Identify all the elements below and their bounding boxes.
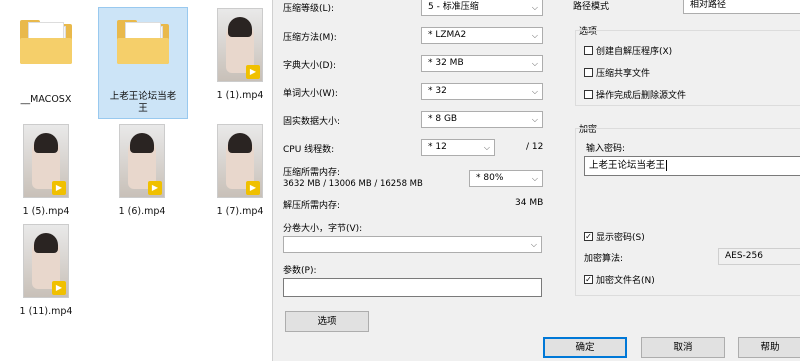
chevron-down-icon: ⌵: [531, 87, 538, 96]
video-thumbnail: ▶: [119, 124, 165, 198]
cancel-button[interactable]: 取消: [641, 337, 725, 358]
show-password-checkbox[interactable]: ✓ 显示密码(S): [584, 230, 645, 243]
split-volumes-label: 分卷大小，字节(V):: [283, 224, 363, 234]
video-thumbnail: ▶: [217, 8, 263, 82]
solid-block-size-select[interactable]: * 8 GB ⌵: [421, 111, 543, 128]
play-badge-icon: ▶: [246, 181, 260, 195]
check-icon: ✓: [584, 275, 593, 284]
show-password-label: 显示密码(S): [596, 233, 645, 243]
chevron-down-icon: ⌵: [530, 240, 537, 249]
play-badge-icon: ▶: [148, 181, 162, 195]
dictionary-size-select[interactable]: * 32 MB ⌵: [421, 55, 543, 72]
parameters-label: 参数(P):: [283, 266, 317, 276]
chevron-down-icon: ⌵: [531, 59, 538, 68]
encrypt-names-checkbox[interactable]: ✓ 加密文件名(N): [584, 273, 655, 286]
cpu-threads-select[interactable]: * 12 ⌵: [421, 139, 495, 156]
memory-decompress-label: 解压所需内存:: [283, 201, 341, 211]
cpu-threads-label: CPU 线程数:: [283, 145, 335, 155]
video-thumbnail: ▶: [23, 124, 69, 198]
file-label: 1 (11).mp4: [19, 306, 73, 317]
folder-item[interactable]: __MACOSX: [2, 8, 90, 114]
delete-after-label: 操作完成后删除源文件: [596, 91, 687, 101]
word-size-label: 单词大小(W):: [283, 89, 338, 99]
video-item[interactable]: ▶ 1 (7).mp4: [196, 124, 272, 220]
play-badge-icon: ▶: [52, 181, 66, 195]
video-thumbnail: ▶: [23, 224, 69, 298]
delete-after-checkbox[interactable]: 操作完成后删除源文件: [584, 88, 686, 101]
file-label: 1 (5).mp4: [22, 206, 70, 217]
password-input[interactable]: 上老王论坛当老王: [584, 156, 800, 176]
compression-level-label: 压缩等级(L):: [283, 4, 335, 14]
dictionary-size-label: 字典大小(D):: [283, 61, 336, 71]
compression-method-label: 压缩方法(M):: [283, 33, 337, 43]
path-mode-label: 路径模式: [573, 2, 610, 12]
solid-block-size-label: 固实数据大小:: [283, 117, 341, 127]
file-label: 1 (6).mp4: [118, 206, 166, 217]
word-size-value: * 32: [428, 86, 447, 96]
chevron-down-icon: ⌵: [531, 31, 538, 40]
split-volumes-select[interactable]: ⌵: [283, 236, 542, 253]
checkbox-box: [584, 68, 593, 77]
encryption-method-value: AES-256: [725, 251, 763, 261]
checkbox-box: [584, 90, 593, 99]
compression-method-select[interactable]: * LZMA2 ⌵: [421, 27, 543, 44]
create-sfx-checkbox[interactable]: 创建自解压程序(X): [584, 44, 672, 57]
help-button[interactable]: 帮助: [738, 337, 800, 358]
parameters-input[interactable]: [283, 278, 542, 297]
folder-icon: [115, 18, 171, 64]
cpu-threads-value: * 12: [428, 142, 447, 152]
file-label: 1 (1).mp4: [216, 90, 264, 101]
folder-icon: [18, 18, 74, 64]
path-mode-value: 相对路径: [690, 0, 727, 10]
memory-compress-label: 压缩所需内存:: [283, 168, 341, 178]
video-item[interactable]: ▶ 1 (11).mp4: [2, 224, 90, 320]
file-label: __MACOSX: [20, 94, 72, 105]
check-icon: ✓: [584, 232, 593, 241]
compress-shared-checkbox[interactable]: 压缩共享文件: [584, 66, 650, 79]
word-size-select[interactable]: * 32 ⌵: [421, 83, 543, 100]
file-explorer: __MACOSX 上老王论坛当老王 ▶ 1 (1).mp4 ▶ 1 (5).mp…: [0, 0, 272, 361]
add-to-archive-dialog: 压缩等级(L): 5 - 标准压缩 ⌵ 压缩方法(M): * LZMA2 ⌵ 字…: [272, 0, 800, 361]
chevron-down-icon: ⌵: [531, 174, 538, 183]
video-thumbnail: ▶: [217, 124, 263, 198]
memory-decompress-value: 34 MB: [515, 198, 544, 208]
file-label: 1 (7).mp4: [216, 206, 264, 217]
ok-button[interactable]: 确定: [543, 337, 627, 358]
memory-usage-value: * 80%: [476, 173, 504, 183]
chevron-down-icon: ⌵: [531, 115, 538, 124]
compression-level-value: 5 - 标准压缩: [428, 2, 479, 12]
memory-compress-detail: 3632 MB / 13006 MB / 16258 MB: [283, 179, 423, 189]
play-badge-icon: ▶: [52, 281, 66, 295]
chevron-down-icon: ⌵: [531, 3, 538, 12]
video-item[interactable]: ▶ 1 (1).mp4: [196, 8, 272, 114]
video-item[interactable]: ▶ 1 (6).mp4: [98, 124, 186, 220]
encrypt-names-label: 加密文件名(N): [596, 276, 655, 286]
password-label: 输入密码:: [586, 144, 626, 154]
chevron-down-icon: ⌵: [483, 143, 490, 152]
memory-usage-select[interactable]: * 80% ⌵: [469, 170, 543, 187]
file-label: 上老王论坛当老王: [109, 91, 177, 114]
folder-item-selected[interactable]: 上老王论坛当老王: [98, 7, 188, 119]
password-value: 上老王论坛当老王: [589, 160, 666, 171]
video-item[interactable]: ▶ 1 (5).mp4: [2, 124, 90, 220]
options-button[interactable]: 选项: [285, 311, 369, 332]
path-mode-select[interactable]: 相对路径: [683, 0, 800, 14]
dictionary-size-value: * 32 MB: [428, 58, 464, 68]
cpu-threads-max: / 12: [526, 142, 544, 152]
compression-level-select[interactable]: 5 - 标准压缩 ⌵: [421, 0, 543, 16]
encryption-method-label: 加密算法:: [584, 254, 624, 264]
play-badge-icon: ▶: [246, 65, 260, 79]
compress-shared-label: 压缩共享文件: [596, 69, 651, 79]
create-sfx-label: 创建自解压程序(X): [596, 47, 673, 57]
compression-method-value: * LZMA2: [428, 30, 467, 40]
encryption-method-select[interactable]: AES-256: [718, 248, 800, 265]
solid-block-size-value: * 8 GB: [428, 114, 458, 124]
checkbox-box: [584, 46, 593, 55]
